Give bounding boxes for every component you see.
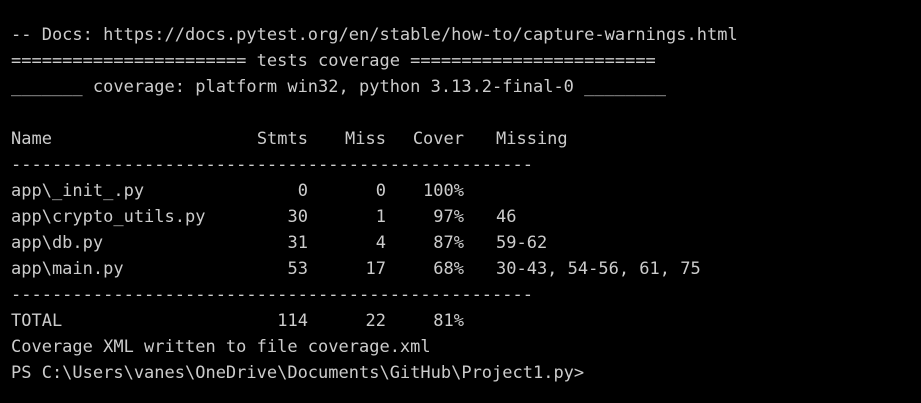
table-row: app\crypto_utils.py 30 1 97% 46 (11, 204, 921, 230)
tests-coverage-separator: ======================= tests coverage =… (11, 51, 656, 71)
row-cover: 68% (433, 259, 464, 279)
row-name: app\db.py (11, 233, 104, 253)
row-miss: 0 (375, 181, 386, 201)
header-missing: Missing (496, 129, 568, 149)
docs-line: -- Docs: https://docs.pytest.org/en/stab… (11, 25, 738, 45)
row-miss: 1 (375, 207, 386, 227)
total-cover: 81% (433, 311, 464, 331)
row-stmts: 53 (287, 259, 308, 279)
row-name: app\_init_.py (11, 181, 145, 201)
header-miss: Miss (345, 129, 386, 149)
row-missing: 46 (496, 207, 517, 227)
coverage-platform-line: _______ coverage: platform win32, python… (11, 77, 667, 97)
row-name: app\crypto_utils.py (11, 207, 206, 227)
row-missing: 30-43, 54-56, 61, 75 (496, 259, 701, 279)
powershell-prompt[interactable]: PS C:\Users\vanes\OneDrive\Documents\Git… (11, 360, 921, 386)
row-stmts: 31 (287, 233, 308, 253)
row-name: app\main.py (11, 259, 124, 279)
coverage-xml-line: Coverage XML written to file coverage.xm… (11, 337, 431, 357)
row-stmts: 0 (297, 181, 308, 201)
coverage-table-header: Name Stmts Miss Cover Missing (11, 126, 921, 152)
table-total-row: TOTAL 114 22 81% (11, 308, 921, 334)
row-cover: 97% (433, 207, 464, 227)
prompt-text: PS C:\Users\vanes\OneDrive\Documents\Git… (11, 363, 585, 383)
header-cover: Cover (412, 129, 464, 149)
row-miss: 17 (365, 259, 386, 279)
table-divider-top: ----------------------------------------… (11, 155, 533, 175)
row-cover: 87% (433, 233, 464, 253)
total-miss: 22 (365, 311, 386, 331)
row-cover: 100% (423, 181, 464, 201)
row-missing: 59-62 (496, 233, 548, 253)
header-name: Name (11, 129, 52, 149)
row-stmts: 30 (287, 207, 308, 227)
total-stmts: 114 (277, 311, 308, 331)
header-stmts: Stmts (256, 129, 308, 149)
terminal-window[interactable]: -- Docs: https://docs.pytest.org/en/stab… (0, 0, 921, 403)
row-miss: 4 (375, 233, 386, 253)
table-row: app\main.py 53 17 68% 30-43, 54-56, 61, 75 (11, 256, 921, 282)
table-divider-bottom: ----------------------------------------… (11, 285, 533, 305)
table-row: app\_init_.py 0 0 100% (11, 178, 921, 204)
table-row: app\db.py 31 4 87% 59-62 (11, 230, 921, 256)
total-name: TOTAL (11, 311, 63, 331)
